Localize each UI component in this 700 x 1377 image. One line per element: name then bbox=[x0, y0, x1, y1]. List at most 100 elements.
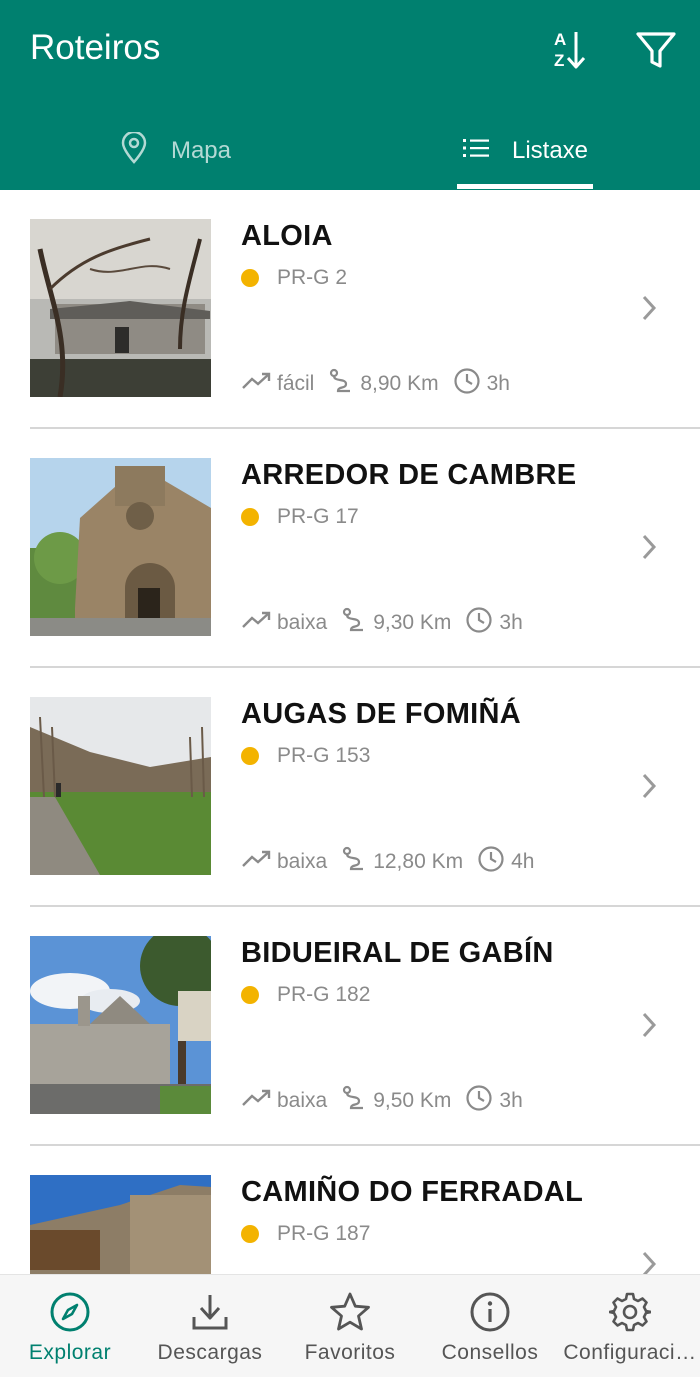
route-code-row: PR-G 182 bbox=[241, 981, 370, 1009]
route-name: CAMIÑO DO FERRADAL bbox=[241, 1176, 584, 1208]
route-item[interactable]: ALOIA PR-G 2 fácil 8,90 Km 3h bbox=[0, 190, 700, 429]
route-path-icon bbox=[341, 1085, 373, 1117]
route-code: PR-G 153 bbox=[277, 744, 371, 767]
route-list[interactable]: ALOIA PR-G 2 fácil 8,90 Km 3h ARREDOR DE… bbox=[0, 190, 700, 1274]
distance-stat: 9,50 Km bbox=[341, 1085, 451, 1117]
nav-consellos[interactable]: Consellos bbox=[420, 1275, 560, 1377]
route-name: BIDUEIRAL DE GABÍN bbox=[241, 937, 554, 969]
chevron-right-icon[interactable] bbox=[636, 531, 662, 563]
distance-stat: 9,30 Km bbox=[341, 607, 451, 639]
route-stats: fácil 8,90 Km 3h bbox=[241, 368, 524, 400]
route-name: AUGAS DE FOMIÑÁ bbox=[241, 698, 521, 730]
compass-icon bbox=[49, 1291, 91, 1333]
route-name: ALOIA bbox=[241, 220, 333, 252]
sort-button[interactable]: A Z bbox=[542, 26, 594, 78]
route-duration: 3h bbox=[486, 372, 510, 395]
list-icon bbox=[462, 136, 490, 167]
route-item[interactable]: ARREDOR DE CAMBRE PR-G 17 baixa 9,30 Km bbox=[0, 429, 700, 668]
nav-label: Consellos bbox=[441, 1341, 539, 1364]
clock-icon bbox=[465, 606, 499, 640]
route-difficulty: baixa bbox=[277, 850, 328, 873]
route-item[interactable]: BIDUEIRAL DE GABÍN PR-G 182 baixa 9,50 K… bbox=[0, 907, 700, 1146]
duration-stat: 3h bbox=[453, 367, 510, 401]
status-dot bbox=[241, 508, 259, 526]
route-item[interactable]: CAMIÑO DO FERRADAL PR-G 187 bbox=[0, 1146, 700, 1274]
route-duration: 4h bbox=[511, 850, 535, 873]
distance-stat: 12,80 Km bbox=[341, 846, 463, 878]
nav-explorar[interactable]: Explorar bbox=[0, 1275, 140, 1377]
bottom-navigation: Explorar Descargas Favoritos Consellos C… bbox=[0, 1274, 700, 1377]
route-difficulty: fácil bbox=[277, 372, 315, 395]
map-pin-icon bbox=[119, 130, 149, 171]
nav-label: Configuraci… bbox=[563, 1341, 697, 1364]
nav-label: Favoritos bbox=[304, 1341, 396, 1364]
status-dot bbox=[241, 269, 259, 287]
trending-up-icon bbox=[241, 849, 277, 875]
info-icon bbox=[469, 1291, 511, 1333]
trending-up-icon bbox=[241, 1088, 277, 1114]
tab-mapa[interactable]: Mapa bbox=[0, 112, 350, 190]
filter-button[interactable] bbox=[630, 26, 682, 78]
duration-stat: 3h bbox=[465, 606, 523, 640]
route-path-icon bbox=[341, 846, 373, 878]
route-thumbnail bbox=[30, 697, 211, 875]
route-thumbnail bbox=[30, 458, 211, 636]
clock-icon bbox=[465, 1084, 499, 1118]
route-path-icon bbox=[328, 368, 360, 400]
trending-up-icon bbox=[241, 610, 277, 636]
tab-listaxe-label: Listaxe bbox=[511, 137, 589, 164]
svg-text:Z: Z bbox=[554, 51, 564, 70]
nav-descargas[interactable]: Descargas bbox=[140, 1275, 280, 1377]
filter-icon bbox=[634, 28, 678, 77]
route-distance: 9,50 Km bbox=[373, 1089, 452, 1112]
route-difficulty: baixa bbox=[277, 611, 328, 634]
route-code-row: PR-G 2 bbox=[241, 264, 347, 292]
svg-text:A: A bbox=[554, 30, 566, 49]
star-icon bbox=[329, 1291, 371, 1333]
route-path-icon bbox=[341, 607, 373, 639]
route-code: PR-G 187 bbox=[277, 1222, 371, 1245]
route-duration: 3h bbox=[499, 611, 523, 634]
status-dot bbox=[241, 986, 259, 1004]
gear-icon bbox=[609, 1291, 651, 1333]
nav-label: Descargas bbox=[157, 1341, 263, 1364]
route-thumbnail bbox=[30, 1175, 211, 1274]
route-code-row: PR-G 153 bbox=[241, 742, 370, 770]
chevron-right-icon[interactable] bbox=[636, 1009, 662, 1041]
nav-label: Explorar bbox=[28, 1341, 112, 1364]
sort-alpha-down-icon: A Z bbox=[546, 28, 590, 77]
route-code: PR-G 2 bbox=[277, 266, 348, 289]
difficulty-stat: baixa bbox=[241, 849, 327, 875]
distance-stat: 8,90 Km bbox=[328, 368, 439, 400]
difficulty-stat: baixa bbox=[241, 1088, 327, 1114]
route-code-row: PR-G 187 bbox=[241, 1220, 370, 1248]
tab-selected-indicator bbox=[457, 184, 593, 189]
tab-mapa-label: Mapa bbox=[170, 137, 232, 164]
nav-configuracion[interactable]: Configuraci… bbox=[560, 1275, 700, 1377]
route-distance: 9,30 Km bbox=[373, 611, 452, 634]
difficulty-stat: fácil bbox=[241, 371, 314, 397]
difficulty-stat: baixa bbox=[241, 610, 327, 636]
route-name: ARREDOR DE CAMBRE bbox=[241, 459, 577, 491]
route-code: PR-G 17 bbox=[277, 505, 359, 528]
route-thumbnail bbox=[30, 936, 211, 1114]
route-stats: baixa 12,80 Km 4h bbox=[241, 846, 548, 878]
chevron-right-icon[interactable] bbox=[636, 770, 662, 802]
duration-stat: 4h bbox=[477, 845, 534, 879]
route-stats: baixa 9,50 Km 3h bbox=[241, 1085, 537, 1117]
chevron-right-icon[interactable] bbox=[636, 292, 662, 324]
route-stats: baixa 9,30 Km 3h bbox=[241, 607, 537, 639]
clock-icon bbox=[453, 367, 487, 401]
app-title: Roteiros bbox=[30, 28, 161, 67]
route-distance: 12,80 Km bbox=[373, 850, 464, 873]
route-distance: 8,90 Km bbox=[360, 372, 439, 395]
route-item[interactable]: AUGAS DE FOMIÑÁ PR-G 153 baixa 12,80 Km bbox=[0, 668, 700, 907]
tab-listaxe[interactable]: Listaxe bbox=[350, 112, 700, 190]
nav-favoritos[interactable]: Favoritos bbox=[280, 1275, 420, 1377]
route-difficulty: baixa bbox=[277, 1089, 328, 1112]
route-code: PR-G 182 bbox=[277, 983, 371, 1006]
app-header: Roteiros A Z Mapa Listaxe bbox=[0, 0, 700, 190]
status-dot bbox=[241, 1225, 259, 1243]
chevron-right-icon[interactable] bbox=[636, 1248, 662, 1274]
trending-up-icon bbox=[241, 371, 277, 397]
